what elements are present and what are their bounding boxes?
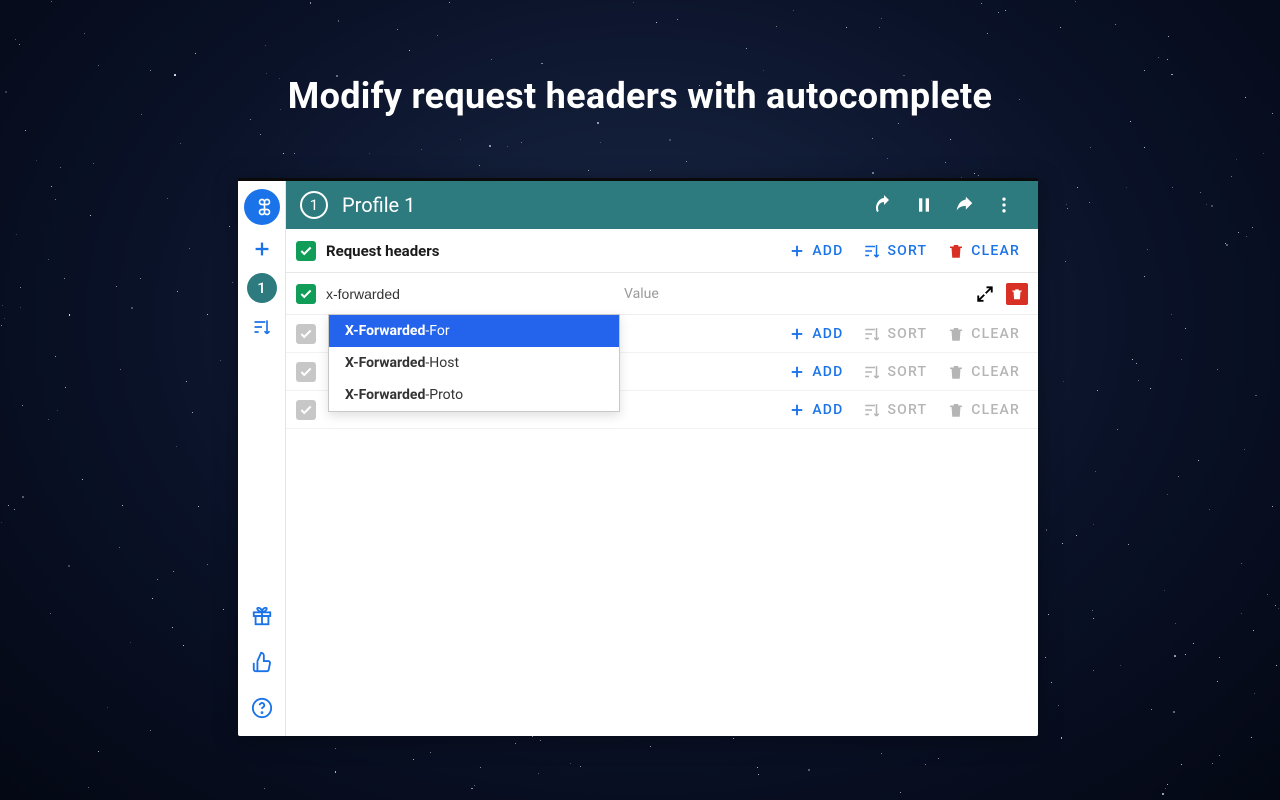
clear-label: CLEAR (971, 243, 1020, 259)
sort-button[interactable]: SORT (855, 359, 935, 385)
profile-toolbar: 1 Profile 1 (286, 181, 1038, 229)
autocomplete-item[interactable]: X-Forwarded-Host (329, 347, 619, 379)
share-icon[interactable] (944, 185, 984, 225)
sidebar: 1 (238, 181, 286, 736)
undo-icon[interactable] (864, 185, 904, 225)
clear-headers-button[interactable]: CLEAR (939, 238, 1028, 264)
sort-headers-button[interactable]: SORT (855, 238, 935, 264)
add-button[interactable]: ADD (780, 397, 851, 423)
main-content: 1 Profile 1 Request headers (286, 181, 1038, 736)
add-header-button[interactable]: ADD (780, 238, 851, 264)
pause-icon[interactable] (904, 185, 944, 225)
expand-icon[interactable] (972, 281, 998, 307)
row-checkbox[interactable] (296, 362, 316, 382)
command-icon[interactable] (244, 189, 280, 225)
request-headers-section: Request headers ADD SORT CLEAR (286, 229, 1038, 273)
section-checkbox[interactable] (296, 241, 316, 261)
profile-number-badge: 1 (300, 191, 328, 219)
clear-button[interactable]: CLEAR (939, 321, 1028, 347)
header-row: Value (286, 273, 1038, 315)
header-value-placeholder[interactable]: Value (624, 286, 972, 302)
section-title: Request headers (326, 242, 780, 260)
add-button[interactable]: ADD (780, 321, 851, 347)
delete-row-button[interactable] (1006, 283, 1028, 305)
autocomplete-dropdown: X-Forwarded-ForX-Forwarded-HostX-Forward… (328, 314, 620, 412)
add-label: ADD (812, 243, 843, 259)
sort-button[interactable]: SORT (855, 397, 935, 423)
gift-icon[interactable] (244, 598, 280, 634)
clear-button[interactable]: CLEAR (939, 397, 1028, 423)
help-icon[interactable] (244, 690, 280, 726)
add-profile-button[interactable] (244, 231, 280, 267)
page-headline: Modify request headers with autocomplete (0, 75, 1280, 117)
app-panel: 1 1 Profile 1 (238, 178, 1038, 736)
sort-label: SORT (887, 243, 927, 259)
thumbs-up-icon[interactable] (244, 644, 280, 680)
row-checkbox[interactable] (296, 400, 316, 420)
row-checkbox[interactable] (296, 324, 316, 344)
autocomplete-item[interactable]: X-Forwarded-For (329, 315, 619, 347)
add-button[interactable]: ADD (780, 359, 851, 385)
profile-badge[interactable]: 1 (247, 273, 277, 303)
profile-title: Profile 1 (342, 193, 864, 217)
sort-sidebar-button[interactable] (244, 309, 280, 345)
sort-button[interactable]: SORT (855, 321, 935, 347)
row-checkbox[interactable] (296, 284, 316, 304)
more-icon[interactable] (984, 185, 1024, 225)
autocomplete-item[interactable]: X-Forwarded-Proto (329, 379, 619, 411)
clear-button[interactable]: CLEAR (939, 359, 1028, 385)
header-name-input[interactable] (326, 286, 616, 302)
